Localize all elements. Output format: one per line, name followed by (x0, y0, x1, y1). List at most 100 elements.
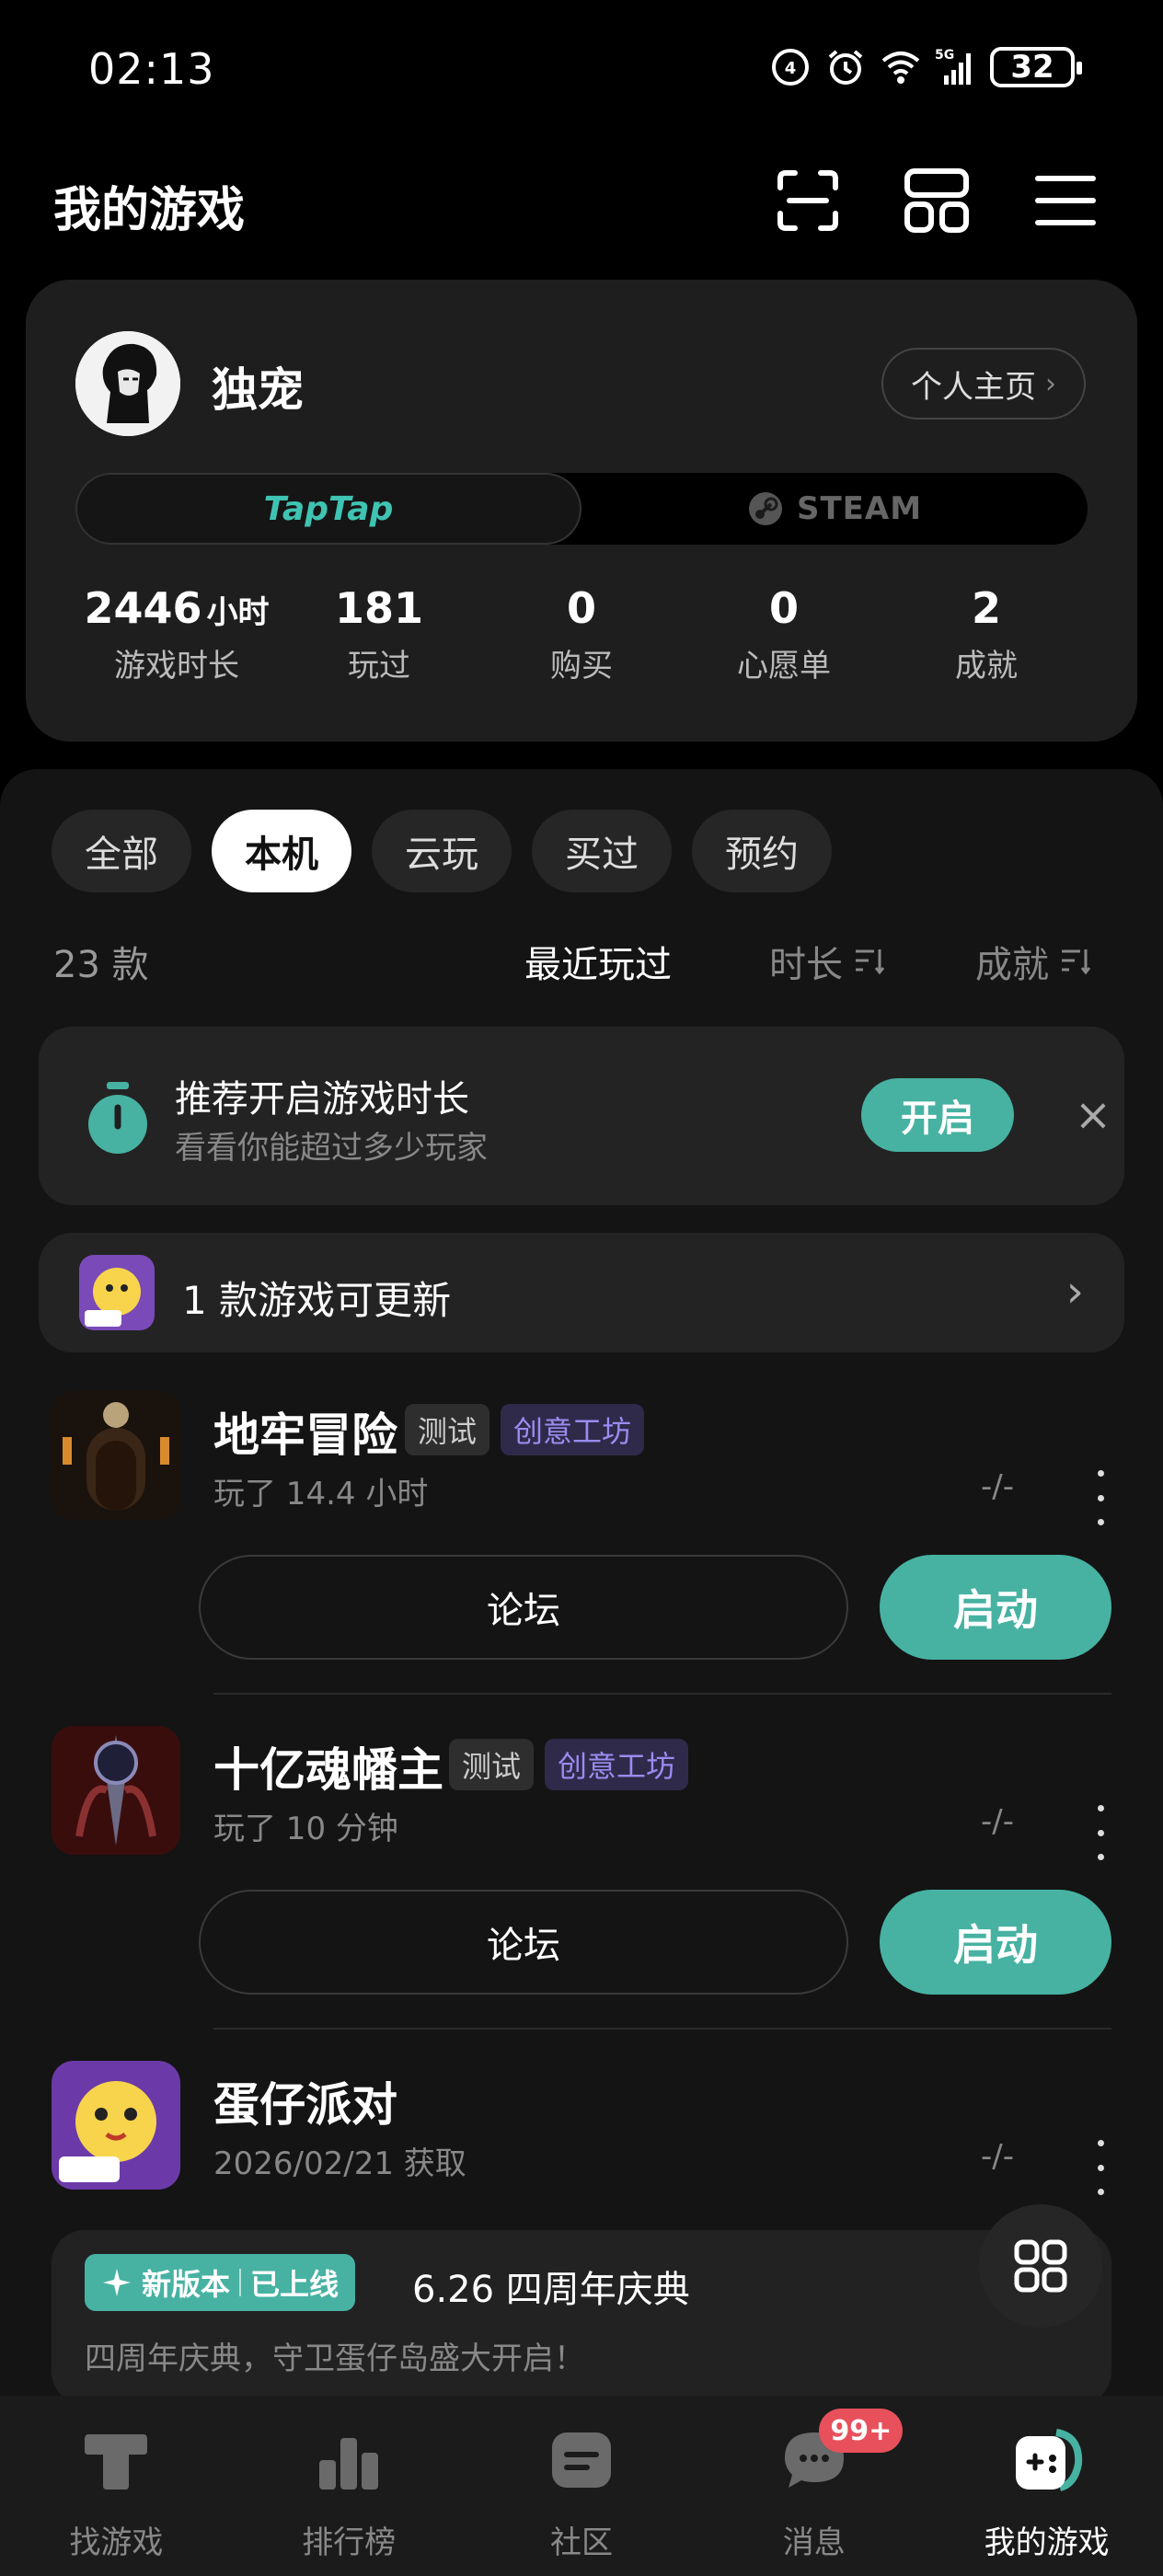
battery-indicator: 32 (990, 47, 1082, 87)
game-icon[interactable] (52, 1726, 180, 1855)
stat-label: 心愿单 (737, 648, 831, 684)
more-options-icon[interactable] (1091, 2140, 1110, 2195)
filter-chips: 全部 本机 云玩 买过 预约 (52, 810, 832, 892)
page-title: 我的游戏 (53, 183, 246, 238)
platform-taptap[interactable]: TapTap (75, 473, 582, 545)
launch-button[interactable]: 启动 (880, 1555, 1111, 1660)
filter-all[interactable]: 全部 (52, 810, 191, 892)
game-icon[interactable] (52, 1391, 180, 1520)
version-promo-card[interactable]: 新版本 已上线 6.26 四周年庆典 四周年庆典，守卫蛋仔岛盛大开启！ (52, 2230, 1111, 2405)
game-tags: 测试 创意工坊 (405, 1404, 645, 1455)
enable-playtime-button[interactable]: 开启 (861, 1078, 1014, 1152)
platform-steam-label: STEAM (796, 490, 923, 527)
scan-icon[interactable] (773, 166, 843, 236)
nav-label: 消息 (782, 2524, 846, 2561)
sort-label: 时长 (769, 944, 843, 986)
filter-reserved[interactable]: 预约 (692, 810, 832, 892)
stat-value: 181 (334, 583, 424, 633)
username: 独宠 (212, 363, 304, 417)
more-options-icon[interactable] (1091, 1805, 1110, 1860)
nav-ranking[interactable]: 排行榜 (233, 2396, 466, 2576)
forum-button[interactable]: 论坛 (199, 1555, 848, 1660)
promo-title: 6.26 四周年庆典 (412, 2269, 690, 2311)
avatar[interactable] (75, 331, 180, 436)
stat-playtime[interactable]: 2446 小时 游戏时长 (75, 583, 278, 685)
update-text: 1 款游戏可更新 (182, 1278, 452, 1323)
badge-separator (239, 2269, 242, 2296)
platform-taptap-label: TapTap (263, 489, 394, 528)
stat-unit: 小时 (206, 594, 270, 631)
community-icon (551, 2432, 611, 2488)
sort-icon (1062, 949, 1091, 975)
sort-duration[interactable]: 时长 (769, 935, 885, 988)
stat-label: 购买 (550, 648, 613, 684)
divider (213, 2028, 1111, 2030)
gamepad-icon (1015, 2429, 1082, 2491)
menu-icon[interactable] (1031, 166, 1100, 236)
stat-wishlist[interactable]: 0 心愿单 (683, 583, 885, 685)
filter-cloud[interactable]: 云玩 (372, 810, 512, 892)
layout-icon[interactable] (902, 166, 972, 236)
sort-recent[interactable]: 最近玩过 (524, 935, 672, 988)
platform-steam[interactable]: STEAM (582, 473, 1088, 545)
filter-bought[interactable]: 买过 (532, 810, 672, 892)
stat-played[interactable]: 181 玩过 (278, 583, 480, 685)
nav-messages[interactable]: 99+ 消息 (697, 2396, 930, 2576)
filter-local[interactable]: 本机 (212, 810, 351, 892)
recommendation-title: 推荐开启游戏时长 (175, 1078, 469, 1121)
badge-left-label: 新版本 (142, 2267, 231, 2302)
launch-button[interactable]: 启动 (880, 1890, 1111, 1995)
game-playtime: 玩了 10 分钟 (213, 1811, 398, 1847)
grid-icon (1014, 2239, 1067, 2293)
game-name[interactable]: 蛋仔派对 (213, 2068, 397, 2134)
update-available-bar[interactable]: 1 款游戏可更新 › (39, 1233, 1124, 1352)
more-options-icon[interactable] (1091, 1470, 1110, 1525)
game-score: -/- (981, 2138, 1014, 2175)
chevron-right-icon: › (1065, 1266, 1084, 1317)
stopwatch-icon (88, 1082, 147, 1154)
divider (213, 1693, 1111, 1695)
homepage-button[interactable]: 个人主页 › (881, 348, 1086, 420)
nav-label: 社区 (549, 2524, 613, 2561)
game-acquired-date: 2026/02/21 获取 (213, 2145, 466, 2182)
game-name[interactable]: 十亿魂幡主 (213, 1733, 443, 1800)
taptap-icon (85, 2434, 148, 2490)
game-icon[interactable] (52, 2061, 180, 2190)
forum-button[interactable]: 论坛 (199, 1890, 848, 1995)
nav-find-games[interactable]: 找游戏 (0, 2396, 233, 2576)
tag-workshop[interactable]: 创意工坊 (545, 1739, 689, 1790)
sort-icon (856, 949, 885, 975)
badge-right-label: 已上线 (250, 2267, 340, 2302)
stat-label: 玩过 (348, 648, 410, 684)
game-tags: 测试 创意工坊 (449, 1739, 689, 1790)
close-icon[interactable]: × (1060, 1082, 1126, 1148)
tag-workshop[interactable]: 创意工坊 (501, 1404, 645, 1455)
game-thumbnail (79, 1255, 155, 1330)
grid-view-button[interactable] (979, 2204, 1102, 2328)
steam-icon (748, 492, 782, 525)
game-library: 全部 本机 云玩 买过 预约 23 款 最近玩过 时长 成就 推荐开启游戏时长 … (0, 769, 1163, 2405)
game-count: 23 款 (53, 944, 149, 986)
nav-label: 排行榜 (302, 2524, 397, 2561)
profile-card: 独宠 个人主页 › TapTap STEAM 2446 小时 游戏时长 181 … (26, 280, 1137, 742)
game-name[interactable]: 地牢冒险 (213, 1398, 397, 1465)
recommendation-subtitle: 看看你能超过多少玩家 (175, 1130, 488, 1167)
status-bar: 02:13 4 5G 32 (0, 0, 1163, 147)
data-saver-icon: 4 (772, 49, 809, 86)
nav-my-games[interactable]: 我的游戏 (930, 2396, 1163, 2576)
stat-value: 2446 (84, 583, 202, 633)
sparkle-icon (103, 2269, 131, 2296)
stat-achievements[interactable]: 2 成就 (885, 583, 1088, 685)
svg-text:5G: 5G (935, 48, 954, 63)
clock: 02:13 (88, 44, 215, 94)
tag-test: 测试 (405, 1404, 490, 1455)
stat-value: 0 (566, 583, 596, 633)
sort-achievement[interactable]: 成就 (975, 935, 1091, 988)
playtime-recommendation-card: 推荐开启游戏时长 看看你能超过多少玩家 开启 × (39, 1027, 1124, 1205)
signal-icon: 5G (935, 48, 971, 85)
sort-label: 最近玩过 (524, 944, 672, 986)
stat-purchased[interactable]: 0 购买 (480, 583, 683, 685)
nav-community[interactable]: 社区 (466, 2396, 698, 2576)
chevron-right-icon: › (1045, 367, 1056, 400)
homepage-label: 个人主页 (911, 368, 1036, 406)
